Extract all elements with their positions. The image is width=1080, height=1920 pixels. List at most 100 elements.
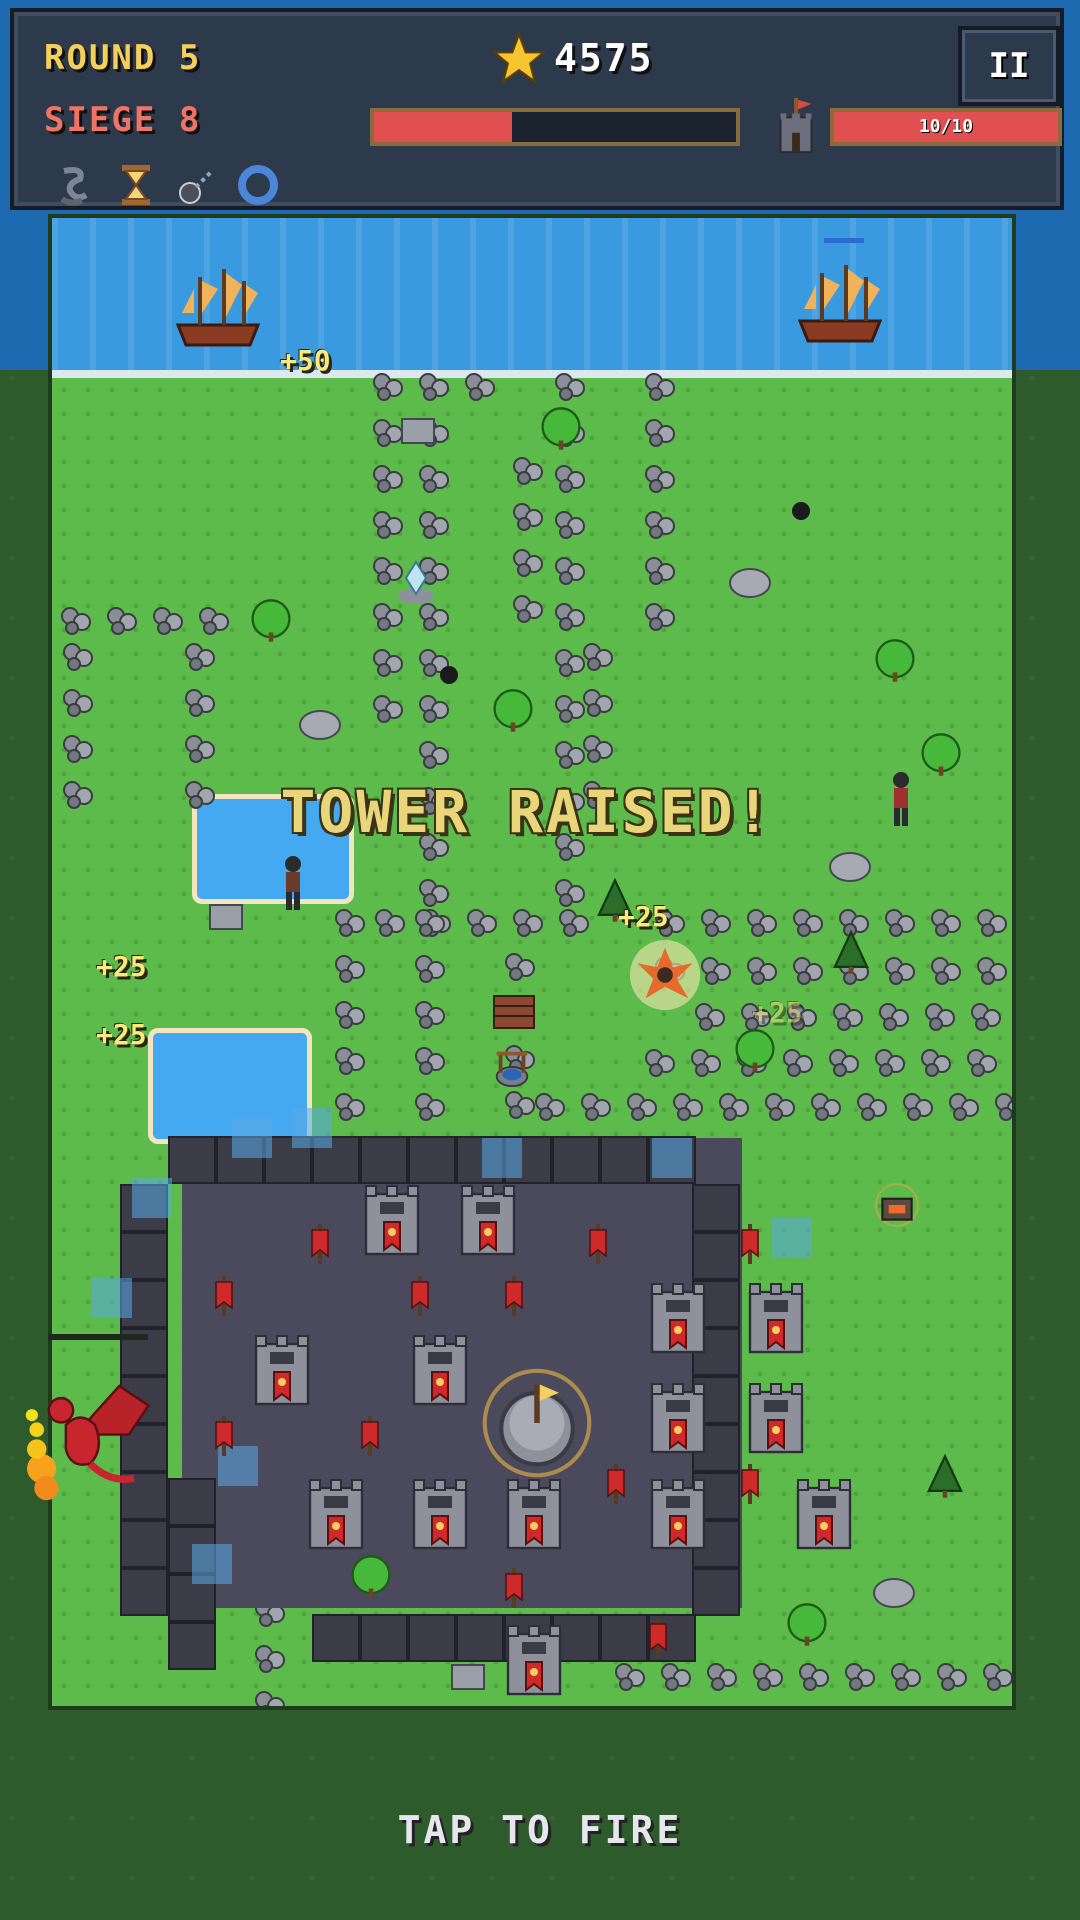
rock-tile (928, 904, 964, 940)
rock-tile (332, 996, 368, 1032)
rock-tile (642, 368, 678, 404)
dragon[interactable] (20, 1352, 170, 1522)
enemy-soldier[interactable] (888, 770, 914, 828)
rock-tile (370, 460, 406, 496)
hourglass-icon[interactable] (114, 162, 158, 208)
boulder (873, 1578, 915, 1608)
boulder (829, 852, 871, 882)
build-slot[interactable] (192, 1544, 232, 1584)
rock-tile (552, 552, 588, 588)
rock-tile (370, 690, 406, 726)
enemy-ship[interactable] (170, 264, 266, 354)
red-banner (358, 1416, 382, 1456)
rock-tile (412, 996, 448, 1032)
cannon-tower[interactable] (306, 1472, 366, 1560)
castle-keep[interactable] (482, 1368, 592, 1478)
tap-to-fire-hint[interactable]: TAP TO FIRE (290, 1808, 790, 1852)
cannonball (440, 666, 458, 684)
rock-tile (830, 998, 866, 1034)
rock-tile (642, 552, 678, 588)
rock-tile (412, 950, 448, 986)
rock-tile (182, 638, 218, 674)
red-banner (738, 1464, 762, 1504)
rock-tile (900, 1088, 936, 1124)
build-slot[interactable] (482, 1138, 522, 1178)
rock-tile (416, 506, 452, 542)
rope-icon[interactable] (52, 162, 96, 208)
cannon-tower[interactable] (746, 1276, 806, 1364)
rock-tile (552, 368, 588, 404)
red-banner (212, 1416, 236, 1456)
tower-raised-announcement: TOWER RAISED! (280, 778, 774, 846)
build-slot[interactable] (652, 1138, 692, 1178)
hud-panel: ROUND 5 SIEGE 8 4575 II 10/10 (10, 8, 1064, 210)
rock-tile (104, 602, 140, 638)
rock-tile (552, 460, 588, 496)
health-text: 10/10 (918, 116, 974, 137)
castle-wall-tile (692, 1232, 740, 1280)
cannon-tower[interactable] (504, 1618, 564, 1706)
rock-tile (974, 904, 1010, 940)
rock-tile (762, 1088, 798, 1124)
pause-button[interactable]: II (958, 26, 1060, 106)
rock-tile (780, 1044, 816, 1080)
cannon-tower[interactable] (252, 1328, 312, 1416)
cannon-tower[interactable] (648, 1276, 708, 1364)
rock-tile (854, 1088, 890, 1124)
rock-tile (412, 904, 448, 940)
build-slot[interactable] (132, 1178, 172, 1218)
castle-wall-tile (408, 1136, 456, 1184)
cannon-tower[interactable] (794, 1472, 854, 1560)
boulder (299, 710, 341, 740)
cannon-tower[interactable] (504, 1472, 564, 1560)
tree (875, 639, 915, 682)
tree (541, 407, 581, 450)
rock-tile (704, 1658, 740, 1694)
enemy-soldier[interactable] (280, 854, 306, 912)
build-slot[interactable] (232, 1118, 272, 1158)
cannon-tower[interactable] (648, 1472, 708, 1560)
rock-tile (416, 690, 452, 726)
rock-tile (580, 684, 616, 720)
ship-health-bar (824, 238, 864, 243)
game-map[interactable]: +50 +25 +25 +25 +25 (48, 214, 1016, 1710)
rock-tile (58, 602, 94, 638)
red-banner (604, 1464, 628, 1504)
build-slot[interactable] (92, 1278, 132, 1318)
castle-wall-tile (360, 1614, 408, 1662)
rock-tile (372, 904, 408, 940)
rock-tile (796, 1658, 832, 1694)
red-banner (502, 1568, 526, 1608)
red-banner (586, 1224, 610, 1264)
build-slot[interactable] (292, 1108, 332, 1148)
red-banner (408, 1276, 432, 1316)
ring-icon[interactable] (236, 162, 280, 208)
rock-tile (370, 644, 406, 680)
stone-block (451, 1664, 485, 1690)
rock-tile (964, 1044, 1000, 1080)
dragon-health-bar (48, 1334, 148, 1340)
build-slot[interactable] (772, 1218, 812, 1258)
rock-tile (332, 1088, 368, 1124)
cannon-tower[interactable] (362, 1178, 422, 1266)
rock-tile (464, 904, 500, 940)
red-banner (212, 1276, 236, 1316)
cannon-tower[interactable] (648, 1376, 708, 1464)
enemy-ship[interactable] (792, 260, 888, 350)
rock-tile (370, 368, 406, 404)
score-popup: +25 (96, 1018, 147, 1051)
flail-icon[interactable] (176, 162, 220, 208)
rock-tile (946, 1088, 982, 1124)
rock-tile (416, 460, 452, 496)
rock-tile (412, 1088, 448, 1124)
castle-wall-tile (552, 1136, 600, 1184)
cannon-tower[interactable] (410, 1472, 470, 1560)
cannon-tower[interactable] (746, 1376, 806, 1464)
rock-tile (196, 602, 232, 638)
rock-tile (510, 544, 546, 580)
cannon-tower[interactable] (458, 1178, 518, 1266)
castle-wall-tile (168, 1478, 216, 1526)
rock-tile (60, 684, 96, 720)
cannon-tower[interactable] (410, 1328, 470, 1416)
rock-tile (332, 950, 368, 986)
